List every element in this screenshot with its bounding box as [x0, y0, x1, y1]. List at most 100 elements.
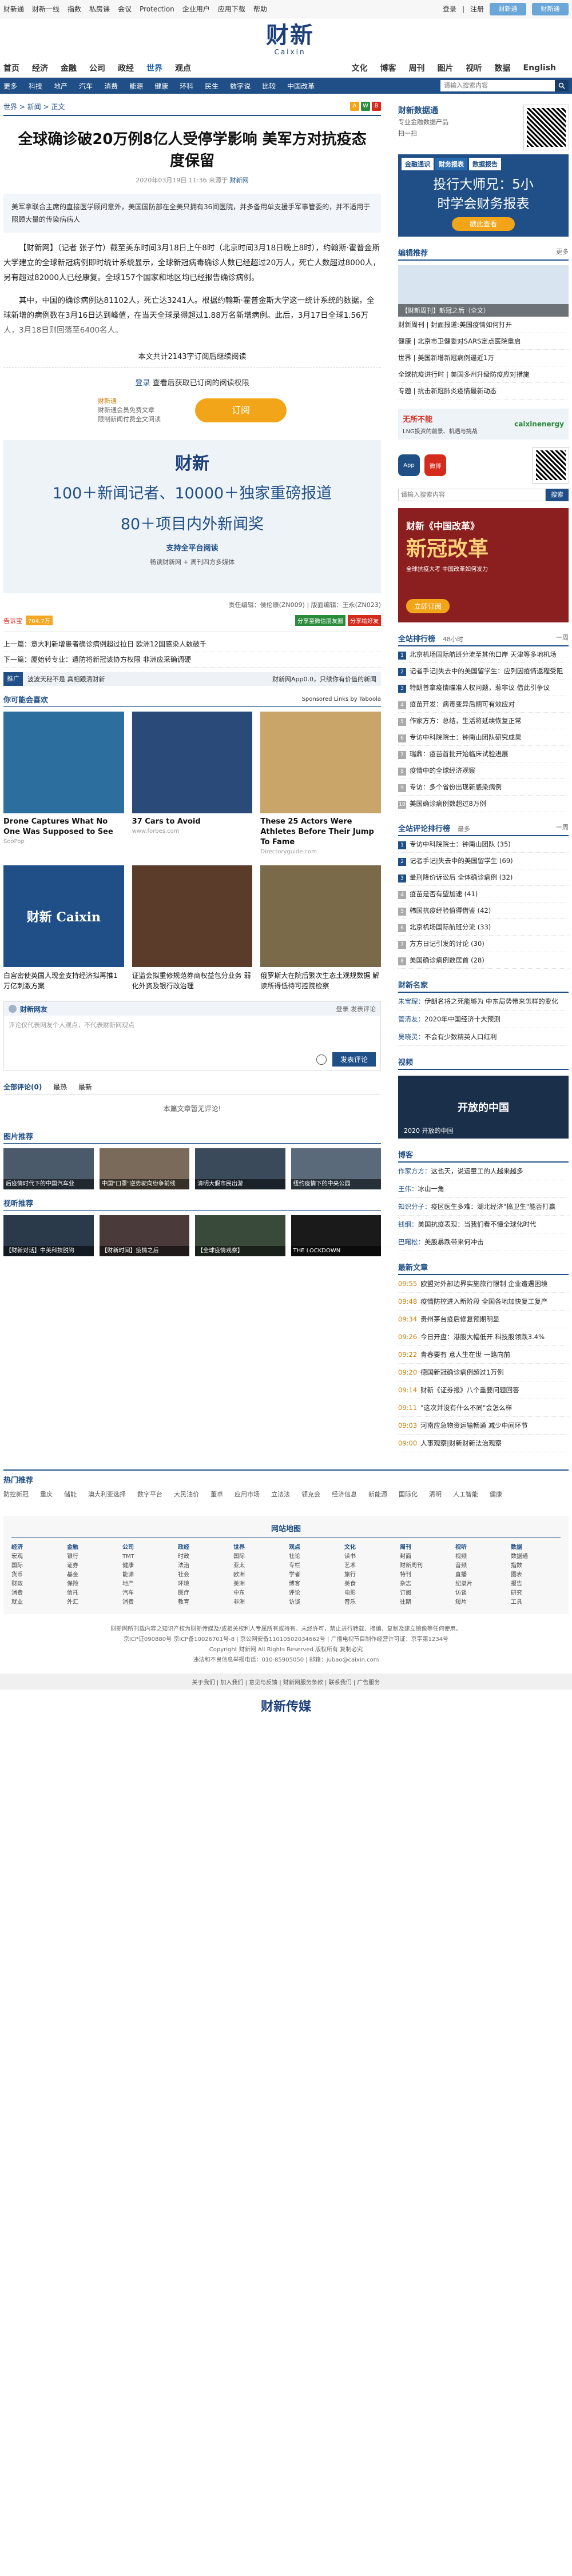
hot-tag[interactable]: 防控新冠	[3, 1489, 29, 1499]
util-link[interactable]: 企业用户	[182, 5, 210, 13]
sitemap-link[interactable]: 电影	[344, 1589, 394, 1598]
util-link[interactable]: 会议	[118, 5, 132, 13]
search-icon[interactable]	[555, 80, 569, 91]
subscription-promo[interactable]: 财新 100＋新闻记者、10000＋独家重磅报道 80＋项目内外新闻奖 支持全平…	[3, 440, 381, 593]
list-item[interactable]: 7 方方日记引发的讨论 (30)	[398, 936, 569, 952]
sitemap-link[interactable]: 访谈	[289, 1598, 339, 1607]
featured-image[interactable]: 【财新周刊】新冠之后（全文）	[398, 265, 569, 317]
sitemap-link[interactable]: 证券	[67, 1561, 117, 1571]
hot-tag[interactable]: 应用市场	[235, 1489, 260, 1499]
list-item[interactable]: 健康 | 北京市卫健委对SARS定点医院重启	[398, 333, 569, 350]
sitemap-link[interactable]: 基金	[67, 1571, 117, 1580]
video-card[interactable]: THE LOCKDOWN	[291, 1215, 381, 1256]
weibo-share[interactable]: 告诉宝	[3, 616, 22, 625]
sitemap-link[interactable]: 音乐	[344, 1598, 394, 1607]
nav-item-4[interactable]: 政经	[118, 62, 134, 74]
sitemap-link[interactable]: 环境	[178, 1580, 228, 1589]
sitemap-link[interactable]: 博客	[289, 1580, 339, 1589]
nav-item-8[interactable]: 博客	[380, 62, 396, 74]
recommend-card[interactable]: These 25 Actors Were Athletes Before The…	[260, 712, 381, 855]
util-link[interactable]: Protection	[140, 5, 174, 13]
sitemap-column-title[interactable]: 视听	[455, 1543, 505, 1552]
rank-comment-tab-week[interactable]: 一周	[556, 822, 569, 833]
caixin-pass-button-2[interactable]: 财新通	[532, 2, 569, 15]
sitemap-link[interactable]: 工具	[511, 1598, 561, 1607]
recommend-card[interactable]: 财新 Caixin 白宫密使英国人现金支持经济拟再推1万亿刺激方案	[3, 865, 124, 991]
list-item[interactable]: 王伟：冰山一角	[398, 1180, 569, 1198]
nav-item-7[interactable]: 文化	[352, 62, 368, 74]
hot-tag[interactable]: 储能	[64, 1489, 77, 1499]
sitemap-link[interactable]: 报告	[511, 1580, 561, 1589]
list-item[interactable]: 4 疫苗是否有望加速 (41)	[398, 886, 569, 902]
list-item[interactable]: 8 疫情中的全球经济观察	[398, 762, 569, 779]
list-item[interactable]: 1 专访中科院院士：钟南山团队 (35)	[398, 836, 569, 853]
list-item[interactable]: 5 作家方方：总结，生活将延续恢复正常	[398, 713, 569, 729]
sitemap-column-title[interactable]: 政经	[178, 1543, 228, 1552]
sitemap-link[interactable]: 亚太	[233, 1561, 283, 1571]
list-item[interactable]: 巴曙松：美股暴跌带来何冲击	[398, 1233, 569, 1251]
list-item[interactable]: 吴晓灵：不会有少数精英人口红利	[398, 1028, 569, 1046]
list-item[interactable]: 09:22 青春要有 意人生在世 一路向前	[398, 1346, 569, 1364]
sitemap-link[interactable]: 货币	[11, 1571, 61, 1580]
rank-comment-tab-most[interactable]: 最多	[458, 825, 470, 833]
nav-item-12[interactable]: 数据	[495, 62, 511, 74]
hot-tag[interactable]: 立法法	[271, 1489, 290, 1499]
sitemap-column-title[interactable]: 文化	[344, 1543, 394, 1552]
sitemap-link[interactable]: 指数	[511, 1561, 561, 1571]
list-item[interactable]: 5 韩国抗疫经验值得借鉴 (42)	[398, 902, 569, 919]
list-item[interactable]: 8 美国确诊病例数居首 (28)	[398, 952, 569, 969]
sitemap-link[interactable]: 旅行	[344, 1571, 394, 1580]
sitemap-column-title[interactable]: 世界	[233, 1543, 283, 1552]
sitemap-column-title[interactable]: 金融	[67, 1543, 117, 1552]
util-link[interactable]: 财新通	[3, 5, 24, 13]
sitemap-link[interactable]: 财新周刊	[400, 1561, 450, 1571]
pic-card[interactable]: 中国"口罩"逆势驶向纷争前线	[99, 1148, 189, 1189]
sitemap-link[interactable]: 欧洲	[233, 1571, 283, 1580]
sitemap-link[interactable]: 直播	[455, 1571, 505, 1580]
list-item[interactable]: 财新周刊 | 封面报道:美国疫情如何打开	[398, 317, 569, 333]
breadcrumb-text[interactable]: 世界 > 新闻 > 正文	[3, 102, 65, 111]
nav-item-0[interactable]: 首页	[3, 62, 19, 74]
sitemap-link[interactable]: 图表	[511, 1571, 561, 1580]
sitemap-link[interactable]: 评论	[289, 1589, 339, 1598]
list-item[interactable]: 09:03 河南应急物资运输畅通 减少中间环节	[398, 1417, 569, 1435]
sitemap-link[interactable]: 美洲	[233, 1580, 283, 1589]
sitemap-link[interactable]: 访谈	[455, 1589, 505, 1598]
weibo-icon[interactable]: B	[372, 102, 381, 111]
sitemap-link[interactable]: 消费	[11, 1589, 61, 1598]
list-item[interactable]: 作家方方：这也天，说运童工的人越来越多	[398, 1163, 569, 1180]
reform-magazine-ad[interactable]: 财新《中国改革》 新冠改革 全球抗疫大考 中国改革如何发力 立即订阅	[398, 508, 569, 622]
sitemap-link[interactable]: 社会	[178, 1571, 228, 1580]
recommend-card[interactable]: 37 Cars to Avoid www.forbes.com	[132, 712, 253, 855]
sitemap-link[interactable]: 健康	[122, 1561, 172, 1571]
nav-item-2[interactable]: 金融	[61, 62, 77, 74]
sitemap-link[interactable]: 封面	[400, 1552, 450, 1561]
list-item[interactable]: 09:14 财新《证券报》八个重要问题回答	[398, 1381, 569, 1399]
comment-input[interactable]: 评论仅代表网友个人观点，不代表财新网观点	[4, 1016, 380, 1049]
sitemap-link[interactable]: 非洲	[233, 1598, 283, 1607]
sitemap-link[interactable]: 艺术	[344, 1561, 394, 1571]
sitemap-column-title[interactable]: 观点	[289, 1543, 339, 1552]
login-link[interactable]: 登录	[443, 4, 456, 14]
nav-item-6[interactable]: 观点	[175, 62, 191, 74]
nav-item-5[interactable]: 世界	[146, 62, 162, 74]
hot-tag[interactable]: 数字平台	[137, 1489, 162, 1499]
pic-card[interactable]: 清明大假市民出游	[195, 1148, 285, 1189]
subnav-item-3[interactable]: 汽车	[79, 81, 93, 91]
caixin-pass-button[interactable]: 财新通	[490, 2, 526, 15]
comment-login-link[interactable]: 登录 发表评论	[336, 1004, 376, 1013]
subnav-item-6[interactable]: 健康	[154, 81, 168, 91]
sitemap-link[interactable]: 杂志	[400, 1580, 450, 1589]
list-item[interactable]: 知识分子：疫区医生多难：湖北经济"搞卫生"能否打赢	[398, 1198, 569, 1216]
app-icon[interactable]: App	[398, 454, 420, 476]
tab-new-comments[interactable]: 最新	[78, 1083, 92, 1091]
view-now-button[interactable]: 戳此查看	[452, 217, 515, 231]
finance-tab-0[interactable]: 金融通识	[402, 158, 434, 170]
list-item[interactable]: 9 专访：多个省份出现新感染病例	[398, 779, 569, 796]
hot-tag[interactable]: 健康	[490, 1489, 502, 1499]
sitemap-link[interactable]: 汽车	[122, 1589, 172, 1598]
emoji-icon[interactable]	[316, 1054, 327, 1065]
list-item[interactable]: 09:26 今日开盘：港股大幅低开 科技股领跌3.4%	[398, 1328, 569, 1346]
login-link[interactable]: 登录	[135, 379, 150, 388]
sitemap-link[interactable]: 中东	[233, 1589, 283, 1598]
